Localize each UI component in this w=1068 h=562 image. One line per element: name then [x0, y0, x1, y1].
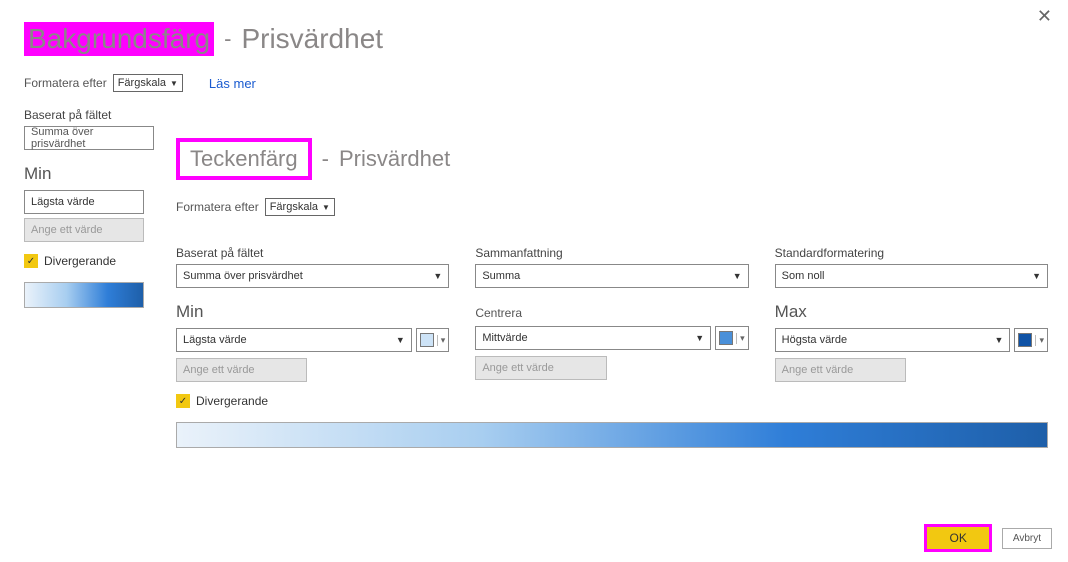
dialog-buttons: OK Avbryt: [924, 524, 1052, 552]
chevron-down-icon: ▼: [733, 271, 742, 281]
chevron-down-icon: ▼: [1032, 271, 1041, 281]
based-on-field-label: Baserat på fältet: [176, 246, 449, 260]
min-value-placeholder: Ange ett värde: [183, 364, 255, 376]
min-value-text: Lägsta värde: [31, 196, 95, 208]
max-value-placeholder: Ange ett värde: [782, 364, 854, 376]
diverging-label: Divergerande: [44, 254, 116, 268]
format-by-label: Formatera efter: [24, 76, 107, 90]
min-value-placeholder: Ange ett värde: [31, 224, 103, 236]
summarization-select[interactable]: Summa ▼: [475, 264, 748, 288]
ok-button[interactable]: OK: [924, 524, 991, 552]
center-color-picker[interactable]: ▾: [715, 326, 749, 350]
center-value-input[interactable]: Ange ett värde: [475, 356, 606, 380]
center-value-text: Mittvärde: [482, 332, 527, 344]
based-on-field-select[interactable]: Summa över prisvärdhet: [24, 126, 154, 150]
based-on-field-select[interactable]: Summa över prisvärdhet ▼: [176, 264, 449, 288]
dialog-title-highlighted: Bakgrundsfärg: [24, 22, 214, 56]
dash: -: [322, 146, 329, 172]
format-by-select[interactable]: Färgskala ▼: [265, 198, 335, 216]
format-by-value: Färgskala: [270, 201, 318, 213]
checkbox-checked-icon: [24, 254, 38, 268]
diverging-label: Divergerande: [196, 394, 268, 408]
based-on-field-label: Baserat på fältet: [24, 108, 724, 122]
summarization-label: Sammanfattning: [475, 246, 748, 260]
format-by-label: Formatera efter: [176, 200, 259, 214]
min-value-select[interactable]: Lägsta värde ▼: [176, 328, 412, 352]
max-value-select[interactable]: Högsta värde ▼: [775, 328, 1011, 352]
gradient-preview: [176, 422, 1048, 448]
min-color-picker[interactable]: ▾: [416, 328, 450, 352]
color-swatch-icon: [1018, 333, 1032, 347]
max-value-input[interactable]: Ange ett värde: [775, 358, 906, 382]
chevron-down-icon: ▾: [1035, 335, 1044, 346]
diverging-checkbox-row[interactable]: Divergerande: [176, 394, 1048, 408]
color-swatch-icon: [719, 331, 733, 345]
center-heading: Centrera: [475, 306, 748, 320]
default-format-value: Som noll: [782, 270, 825, 282]
min-heading: Min: [24, 164, 144, 184]
gradient-preview: [24, 282, 144, 308]
max-heading: Max: [775, 302, 1048, 322]
dialog-title-row: Teckenfärg - Prisvärdhet: [176, 138, 1048, 180]
checkbox-checked-icon: [176, 394, 190, 408]
default-format-select[interactable]: Som noll ▼: [775, 264, 1048, 288]
chevron-down-icon: ▼: [433, 271, 442, 281]
min-value-input[interactable]: Ange ett värde: [176, 358, 307, 382]
max-value-text: Högsta värde: [782, 334, 847, 346]
chevron-down-icon: ▼: [695, 333, 704, 343]
format-by-select[interactable]: Färgskala ▼: [113, 74, 183, 92]
default-format-label: Standardformatering: [775, 246, 1048, 260]
chevron-down-icon: ▾: [736, 333, 745, 344]
min-value-select[interactable]: Lägsta värde: [24, 190, 144, 214]
chevron-down-icon: ▾: [437, 335, 446, 346]
min-value-input[interactable]: Ange ett värde: [24, 218, 144, 242]
diverging-checkbox-row[interactable]: Divergerande: [24, 254, 144, 268]
dash: -: [224, 26, 231, 52]
based-on-field-value: Summa över prisvärdhet: [31, 126, 147, 150]
based-on-field-value: Summa över prisvärdhet: [183, 270, 303, 282]
cancel-button[interactable]: Avbryt: [1002, 528, 1052, 549]
format-by-value: Färgskala: [118, 77, 166, 89]
dialog-title-highlighted: Teckenfärg: [176, 138, 312, 180]
center-value-placeholder: Ange ett värde: [482, 362, 554, 374]
min-value-text: Lägsta värde: [183, 334, 247, 346]
center-value-select[interactable]: Mittvärde ▼: [475, 326, 711, 350]
learn-more-link[interactable]: Läs mer: [209, 76, 256, 91]
close-icon[interactable]: ✕: [1037, 6, 1052, 27]
dialog-title-row: Bakgrundsfärg - Prisvärdhet: [24, 22, 724, 56]
max-color-picker[interactable]: ▾: [1014, 328, 1048, 352]
chevron-down-icon: ▼: [322, 203, 330, 212]
dialog-font-color: Teckenfärg - Prisvärdhet Formatera efter…: [168, 130, 1060, 456]
chevron-down-icon: ▼: [170, 79, 178, 88]
chevron-down-icon: ▼: [396, 335, 405, 345]
summarization-value: Summa: [482, 270, 520, 282]
color-swatch-icon: [420, 333, 434, 347]
dialog-subject: Prisvärdhet: [339, 146, 450, 172]
dialog-subject: Prisvärdhet: [241, 23, 383, 55]
chevron-down-icon: ▼: [995, 335, 1004, 345]
min-heading: Min: [176, 302, 449, 322]
